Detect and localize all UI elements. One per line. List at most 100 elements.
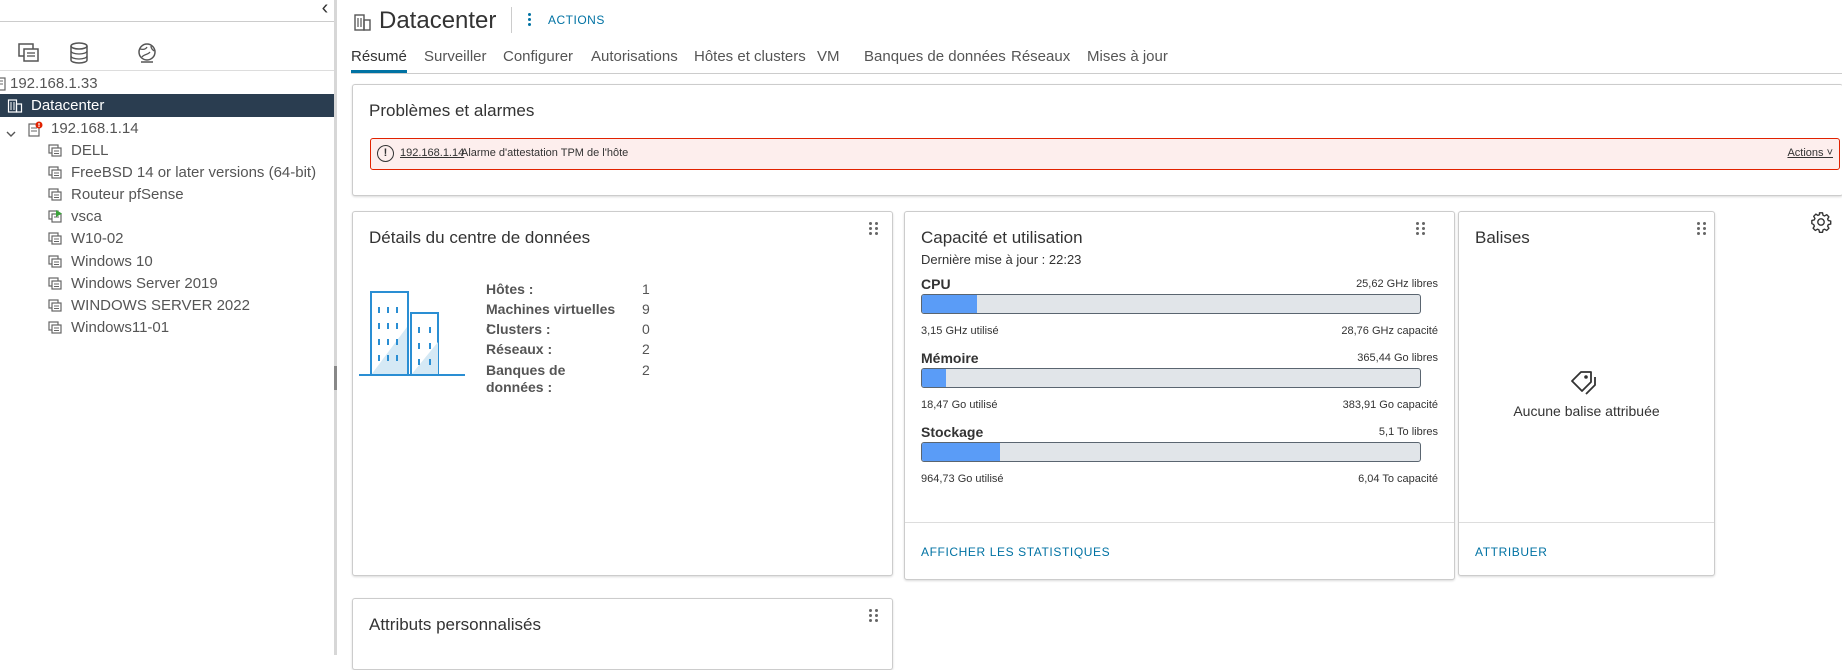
drag-handle-icon[interactable] [869,222,879,236]
tree-item[interactable]: DELL [0,139,334,162]
detail-label: Banques de données : [486,362,566,395]
tabs-divider [351,73,1842,74]
card-title: Balises [1475,228,1530,247]
tree-item[interactable]: Routeur pfSense [0,183,334,206]
tab-item[interactable]: Résumé [351,48,407,72]
tree-item-label: Windows11-01 [71,319,170,336]
tree-item-label: Datacenter [31,97,105,114]
tree-item[interactable]: FreeBSD 14 or later versions (64-bit) [0,161,334,184]
card-divider [1459,522,1714,523]
more-vertical-icon [528,12,532,28]
resource-used: 18,47 Go utilisé [921,399,998,411]
detail-label: Clusters : [486,321,551,337]
tab-item[interactable]: Autorisations [591,48,678,72]
capacity-usage-card: Capacité et utilisation Dernière mise à … [904,211,1455,580]
tree-item-label: vsca [71,208,102,225]
tab-item[interactable]: Hôtes et clusters [694,48,806,72]
tree-item[interactable]: vsca [0,205,334,228]
tree-item-label: WINDOWS SERVER 2022 [71,297,250,314]
vm-icon [47,298,63,314]
view-stats-link[interactable]: AFFICHER LES STATISTIQUES [921,545,1110,559]
tree-item-label: 192.168.1.33 [10,75,98,92]
vm-icon [47,320,63,336]
resource-free: 5,1 To libres [1378,426,1438,438]
custom-attributes-card: Attributs personnalisés [352,598,893,670]
card-title: Problèmes et alarmes [369,101,535,120]
networking-icon[interactable] [134,42,160,64]
tree-item[interactable]: Windows 10 [0,250,334,273]
page-title: Datacenter [379,7,497,34]
alert-icon: ! [377,145,394,162]
resource-used: 964,73 Go utilisé [921,473,1004,485]
tree-item[interactable]: 192.168.1.33 [0,72,334,95]
drag-handle-icon[interactable] [1697,222,1707,236]
tree-item[interactable]: Datacenter [0,94,334,117]
resource-total: 383,91 Go capacité [1342,399,1438,411]
card-title: Détails du centre de données [369,228,591,247]
usage-bar-fill [922,443,1000,461]
usage-bar [921,368,1421,388]
sidebar-divider [0,21,337,22]
tree-item[interactable]: W10-02 [0,227,334,250]
tab-item[interactable]: Surveiller [424,48,487,72]
tree-item[interactable]: Windows11-01 [0,316,334,339]
actions-label: ACTIONS [548,13,605,27]
tree-item[interactable]: Windows Server 2019 [0,272,334,295]
detail-value: 9 [642,301,650,317]
vm-icon [47,143,63,159]
resource-total: 28,76 GHz capacité [1341,325,1438,337]
tree-item[interactable]: 192.168.1.14 [0,117,334,140]
chevron-down-icon[interactable] [6,123,16,137]
assign-tag-link[interactable]: ATTRIBUER [1475,545,1548,559]
card-title: Attributs personnalisés [369,615,541,634]
vm-icon [47,165,63,181]
title-separator [511,7,512,33]
tree-item-label: Windows Server 2019 [71,275,218,292]
tree-item-label: DELL [71,142,109,159]
vm-icon [47,187,63,203]
tab-item[interactable]: Réseaux [1011,48,1070,72]
datacenter-details-card: Détails du centre de données Hôtes :1 Mac… [352,211,893,576]
alarm-actions-dropdown[interactable]: Actions ˅ [1787,147,1833,159]
tab-item[interactable]: Banques de données [864,48,1006,72]
tree-item-label: W10-02 [71,230,124,247]
detail-value: 2 [642,362,650,378]
datacenter-illustration-icon [359,287,465,377]
tree-item-label: Routeur pfSense [71,186,184,203]
vcenter-icon [0,76,8,92]
drag-handle-icon[interactable] [869,609,879,623]
usage-bar-fill [922,369,946,387]
host-alert-icon [27,121,43,137]
alarm-text: Alarme d'attestation TPM de l'hôte [461,147,629,159]
tag-icon [1569,369,1603,399]
tree-item[interactable]: WINDOWS SERVER 2022 [0,294,334,317]
vm-running-icon [47,209,63,225]
issues-alarms-card: Problèmes et alarmes ! 192.168.1.14 Alar… [352,84,1842,196]
sidebar-tabs-divider [0,70,337,71]
storage-icon[interactable] [66,42,92,64]
tab-item[interactable]: VM [817,48,840,72]
detail-label: Réseaux : [486,341,553,357]
resource-name: Stockage [921,424,984,440]
detail-value: 1 [642,281,650,297]
resource-name: Mémoire [921,350,979,366]
resource-used: 3,15 GHz utilisé [921,325,999,337]
tree-item-label: FreeBSD 14 or later versions (64-bit) [71,164,317,181]
resource-free: 365,44 Go libres [1357,352,1438,364]
tree-item-label: Windows 10 [71,253,153,270]
vm-icon [47,231,63,247]
tab-item[interactable]: Mises à jour [1087,48,1168,72]
hosts-clusters-icon[interactable] [16,42,42,64]
resource-total: 6,04 To capacité [1358,473,1438,485]
datacenter-icon [353,12,373,32]
alarm-host-link[interactable]: 192.168.1.14 [400,147,464,159]
tree-item-label: 192.168.1.14 [51,120,139,137]
tags-card: Balises Aucune balise attribuée ATTRIBUE… [1458,211,1715,576]
gear-icon[interactable] [1810,211,1832,233]
resource-free: 25,62 GHz libres [1356,278,1438,290]
drag-handle-icon[interactable] [1416,222,1426,236]
inventory-sidebar: ‹ 192.168.1.33 Datacenter 192.168.1.14 DELL… [0,0,337,655]
tab-item[interactable]: Configurer [503,48,573,72]
no-tags-text: Aucune balise attribuée [1513,403,1660,419]
usage-bar [921,442,1421,462]
